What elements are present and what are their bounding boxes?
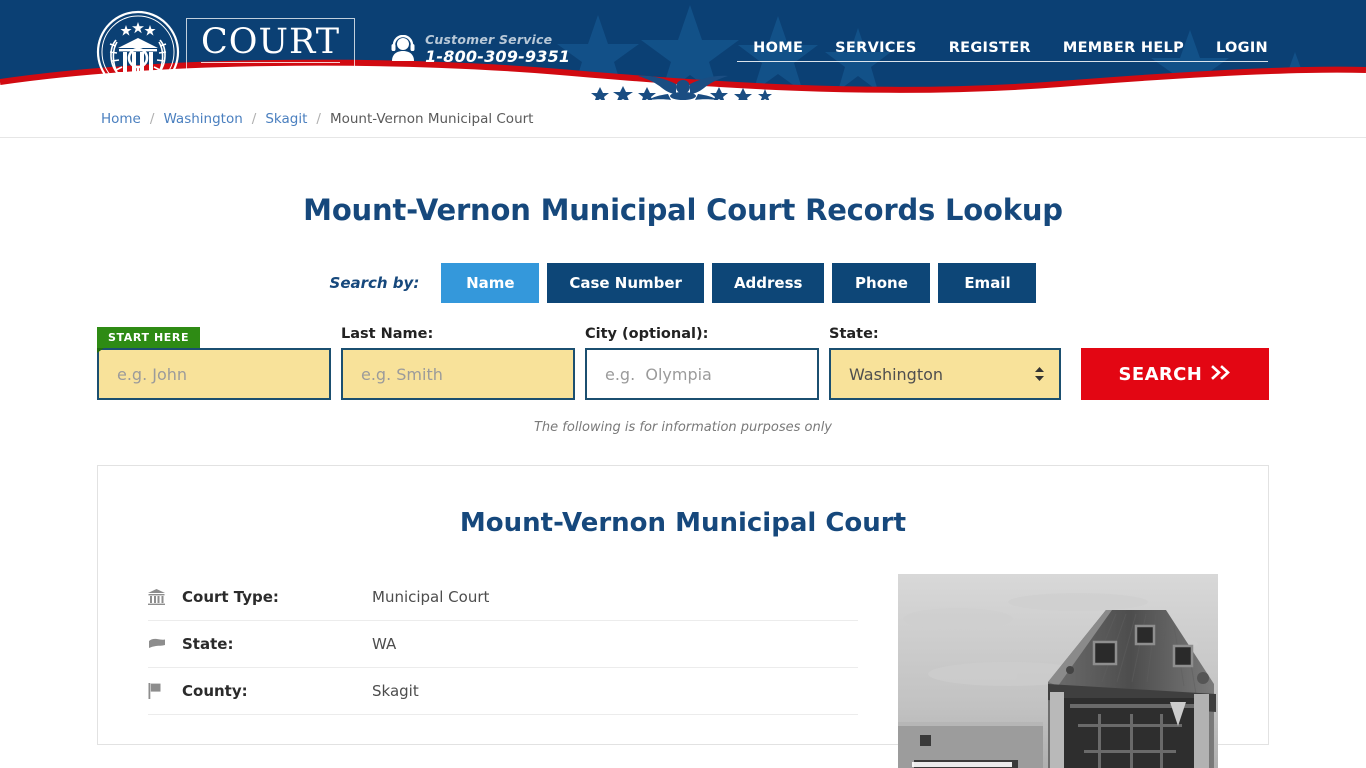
search-form: START HERE First Name: Last Name: City (… (0, 326, 1366, 435)
information-note: The following is for information purpose… (533, 420, 833, 435)
state-select[interactable]: Washington (829, 348, 1061, 400)
city-field-group: City (optional): (585, 326, 819, 400)
court-card-title: Mount-Vernon Municipal Court (459, 508, 907, 538)
breadcrumb: Home / Washington / Skagit / Mount-Verno… (0, 100, 1366, 138)
double-chevron-right-icon (1211, 364, 1231, 385)
bank-courthouse-icon (148, 589, 182, 605)
eagle-stars-emblem (591, 75, 772, 100)
tab-case-number[interactable]: Case Number (547, 263, 704, 303)
court-info-card: Mount-Vernon Municipal Court Court Type: (97, 465, 1269, 768)
breadcrumb-item-washington[interactable]: Washington (163, 111, 242, 127)
breadcrumb-item-skagit[interactable]: Skagit (265, 111, 307, 127)
search-by-tabs: Search by: Name Case Number Address Phon… (0, 263, 1366, 303)
start-here-badge: START HERE (97, 327, 201, 353)
page-title: Mount-Vernon Municipal Court Records Loo… (303, 193, 1063, 227)
court-detail-list: Court Type: Municipal Court State: WA Co… (148, 574, 858, 768)
tab-email[interactable]: Email (938, 263, 1037, 303)
detail-row-court-type: Court Type: Municipal Court (148, 574, 858, 621)
us-map-icon (148, 637, 182, 651)
courthouse-photo (898, 574, 1218, 768)
last-name-field-group: Last Name: (341, 326, 575, 400)
first-name-input[interactable] (97, 348, 331, 400)
detail-row-county: County: Skagit (148, 668, 858, 715)
city-input[interactable] (585, 348, 819, 400)
state-field-group: State: Washington (829, 326, 1061, 400)
state-label: State: (829, 326, 879, 342)
last-name-label: Last Name: (341, 326, 434, 342)
flag-icon (148, 683, 182, 699)
customer-service-label: Customer Service (425, 32, 553, 47)
detail-row-state: State: WA (148, 621, 858, 668)
detail-label-court-type: Court Type: (182, 588, 279, 606)
tab-address[interactable]: Address (711, 263, 825, 303)
tab-phone[interactable]: Phone (832, 263, 931, 303)
stepper-chevrons-icon (1034, 366, 1045, 382)
search-by-label: Search by: (329, 274, 420, 292)
start-here-badge-wrapper: START HERE (97, 326, 201, 353)
detail-value-state: WA (372, 635, 397, 653)
site-header: COURT CASE FINDER Customer Service 1-800… (0, 0, 1366, 100)
search-button[interactable]: SEARCH (1080, 348, 1269, 400)
last-name-input[interactable] (341, 348, 575, 400)
breadcrumb-separator: / (251, 110, 257, 127)
state-select-value: Washington (849, 364, 944, 384)
breadcrumb-item-current: Mount-Vernon Municipal Court (329, 110, 534, 127)
detail-value-court-type: Municipal Court (372, 588, 490, 606)
search-button-label: SEARCH (1118, 363, 1203, 385)
city-label: City (optional): (585, 326, 709, 342)
breadcrumb-item-home[interactable]: Home (101, 111, 141, 127)
tab-name[interactable]: Name (441, 263, 540, 303)
detail-label-county: County: (182, 682, 248, 700)
detail-value-county: Skagit (372, 682, 419, 700)
breadcrumb-separator: / (149, 110, 155, 127)
breadcrumb-separator: / (316, 110, 321, 127)
detail-label-state: State: (182, 635, 234, 653)
